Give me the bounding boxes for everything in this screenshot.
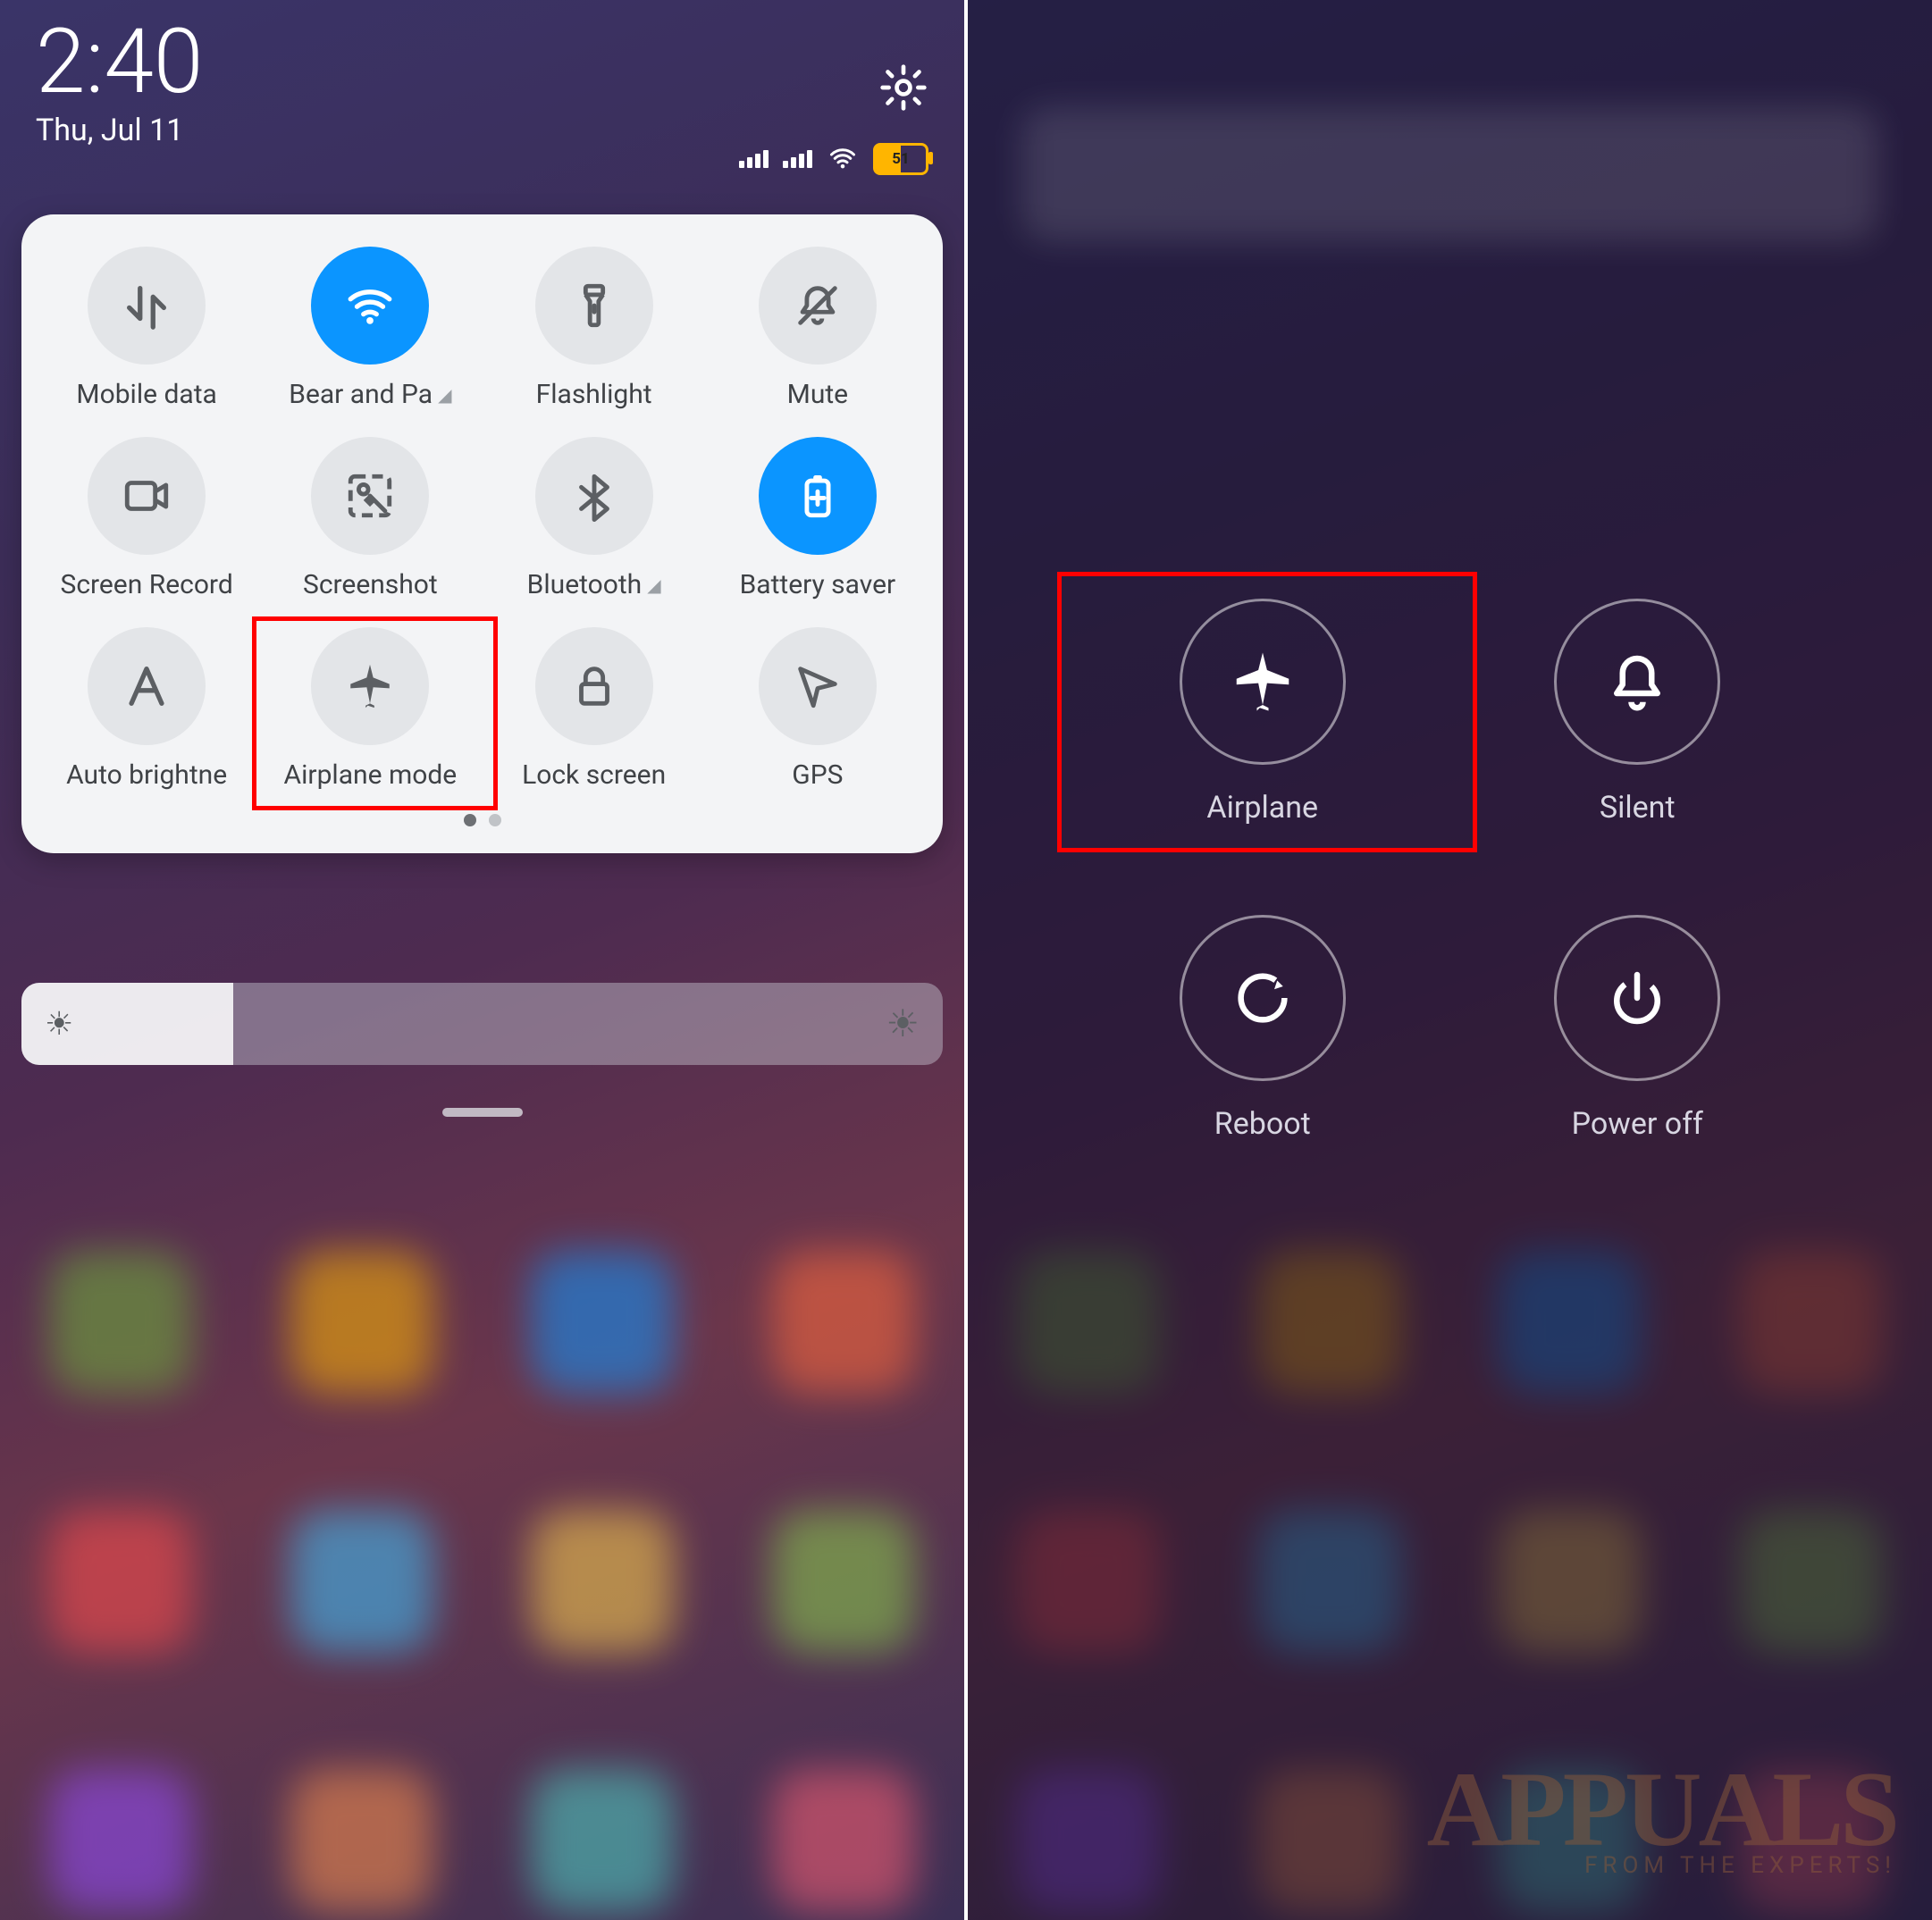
quick-settings-screenshot: 2:40 Thu, Jul 11 51 Mobile data Bear and … bbox=[0, 0, 964, 1920]
qs-tile-label: Lock screen bbox=[522, 759, 666, 791]
bell-icon bbox=[1554, 599, 1720, 765]
qs-tile-label: GPS bbox=[792, 759, 843, 791]
dropdown-indicator-icon: ◢ bbox=[438, 384, 451, 406]
settings-gear-icon[interactable] bbox=[878, 63, 928, 113]
record-icon bbox=[88, 437, 206, 555]
status-bar: 2:40 Thu, Jul 11 bbox=[36, 18, 928, 148]
lock-icon bbox=[535, 627, 653, 745]
wifi-status-icon bbox=[827, 146, 859, 172]
brightness-low-icon: ☀ bbox=[45, 1005, 73, 1043]
bluetooth-icon bbox=[535, 437, 653, 555]
battery-indicator: 51 bbox=[873, 143, 928, 175]
power-reboot-button[interactable]: Reboot bbox=[1093, 915, 1432, 1142]
qs-tile-label: Screenshot bbox=[303, 569, 438, 600]
signal-sim2-icon bbox=[783, 150, 812, 168]
qs-flashlight-toggle[interactable]: Flashlight bbox=[487, 247, 701, 410]
screenshot-icon bbox=[311, 437, 429, 555]
qs-record-toggle[interactable]: Screen Record bbox=[39, 437, 254, 600]
panel-drag-handle[interactable] bbox=[442, 1108, 523, 1117]
auto-bright-icon bbox=[88, 627, 206, 745]
battery-saver-icon bbox=[759, 437, 877, 555]
status-icons: 51 bbox=[739, 143, 928, 175]
quick-settings-panel: Mobile data Bear and Pa◢ Flashlight Mute Scr… bbox=[21, 214, 943, 853]
blurred-notification bbox=[1021, 107, 1878, 241]
qs-tile-label: Flashlight bbox=[536, 379, 652, 410]
power-power-button[interactable]: Power off bbox=[1468, 915, 1808, 1142]
wifi-icon bbox=[311, 247, 429, 365]
power-bell-button[interactable]: Silent bbox=[1468, 599, 1808, 826]
qs-tile-label: Auto brightne bbox=[66, 759, 227, 791]
brightness-slider[interactable]: ☀ ☀ bbox=[21, 983, 943, 1065]
airplane-icon bbox=[311, 627, 429, 745]
flashlight-icon bbox=[535, 247, 653, 365]
qs-battery-saver-toggle[interactable]: Battery saver bbox=[710, 437, 925, 600]
qs-screenshot-toggle[interactable]: Screenshot bbox=[263, 437, 477, 600]
qs-airplane-toggle[interactable]: Airplane mode bbox=[263, 627, 477, 791]
power-action-label: Airplane bbox=[1206, 790, 1318, 826]
power-action-label: Silent bbox=[1600, 790, 1676, 826]
qs-tile-label: Airplane mode bbox=[284, 759, 458, 791]
reboot-icon bbox=[1180, 915, 1346, 1081]
qs-mobile-data-toggle[interactable]: Mobile data bbox=[39, 247, 254, 410]
qs-auto-bright-toggle[interactable]: Auto brightne bbox=[39, 627, 254, 791]
qs-lock-toggle[interactable]: Lock screen bbox=[487, 627, 701, 791]
page-dot-0[interactable] bbox=[464, 814, 476, 826]
qs-wifi-toggle[interactable]: Bear and Pa◢ bbox=[263, 247, 477, 410]
gps-icon bbox=[759, 627, 877, 745]
page-dot-1[interactable] bbox=[489, 814, 501, 826]
power-action-label: Reboot bbox=[1214, 1106, 1311, 1142]
qs-tile-label: Bear and Pa◢ bbox=[289, 379, 451, 410]
mute-icon bbox=[759, 247, 877, 365]
qs-tile-label: Bluetooth◢ bbox=[527, 569, 661, 600]
qs-tile-label: Battery saver bbox=[740, 569, 896, 600]
mobile-data-icon bbox=[88, 247, 206, 365]
page-indicator bbox=[39, 814, 925, 826]
brightness-high-icon: ☀ bbox=[886, 1002, 920, 1046]
power-icon bbox=[1554, 915, 1720, 1081]
qs-tile-label: Screen Record bbox=[61, 569, 233, 600]
qs-gps-toggle[interactable]: GPS bbox=[710, 627, 925, 791]
dropdown-indicator-icon: ◢ bbox=[647, 574, 660, 596]
power-airplane-button[interactable]: Airplane bbox=[1093, 599, 1432, 826]
qs-tile-label: Mobile data bbox=[76, 379, 216, 410]
power-action-label: Power off bbox=[1572, 1106, 1703, 1142]
qs-mute-toggle[interactable]: Mute bbox=[710, 247, 925, 410]
signal-sim1-icon bbox=[739, 150, 769, 168]
qs-tile-label: Mute bbox=[787, 379, 848, 410]
clock: 2:40 bbox=[36, 18, 928, 107]
airplane-icon bbox=[1180, 599, 1346, 765]
power-menu-screenshot: Airplane Silent Reboot Power off APPUALS FR… bbox=[968, 0, 1932, 1920]
watermark: APPUALS FROM THE EXPERTS! bbox=[1427, 1761, 1896, 1879]
qs-bluetooth-toggle[interactable]: Bluetooth◢ bbox=[487, 437, 701, 600]
